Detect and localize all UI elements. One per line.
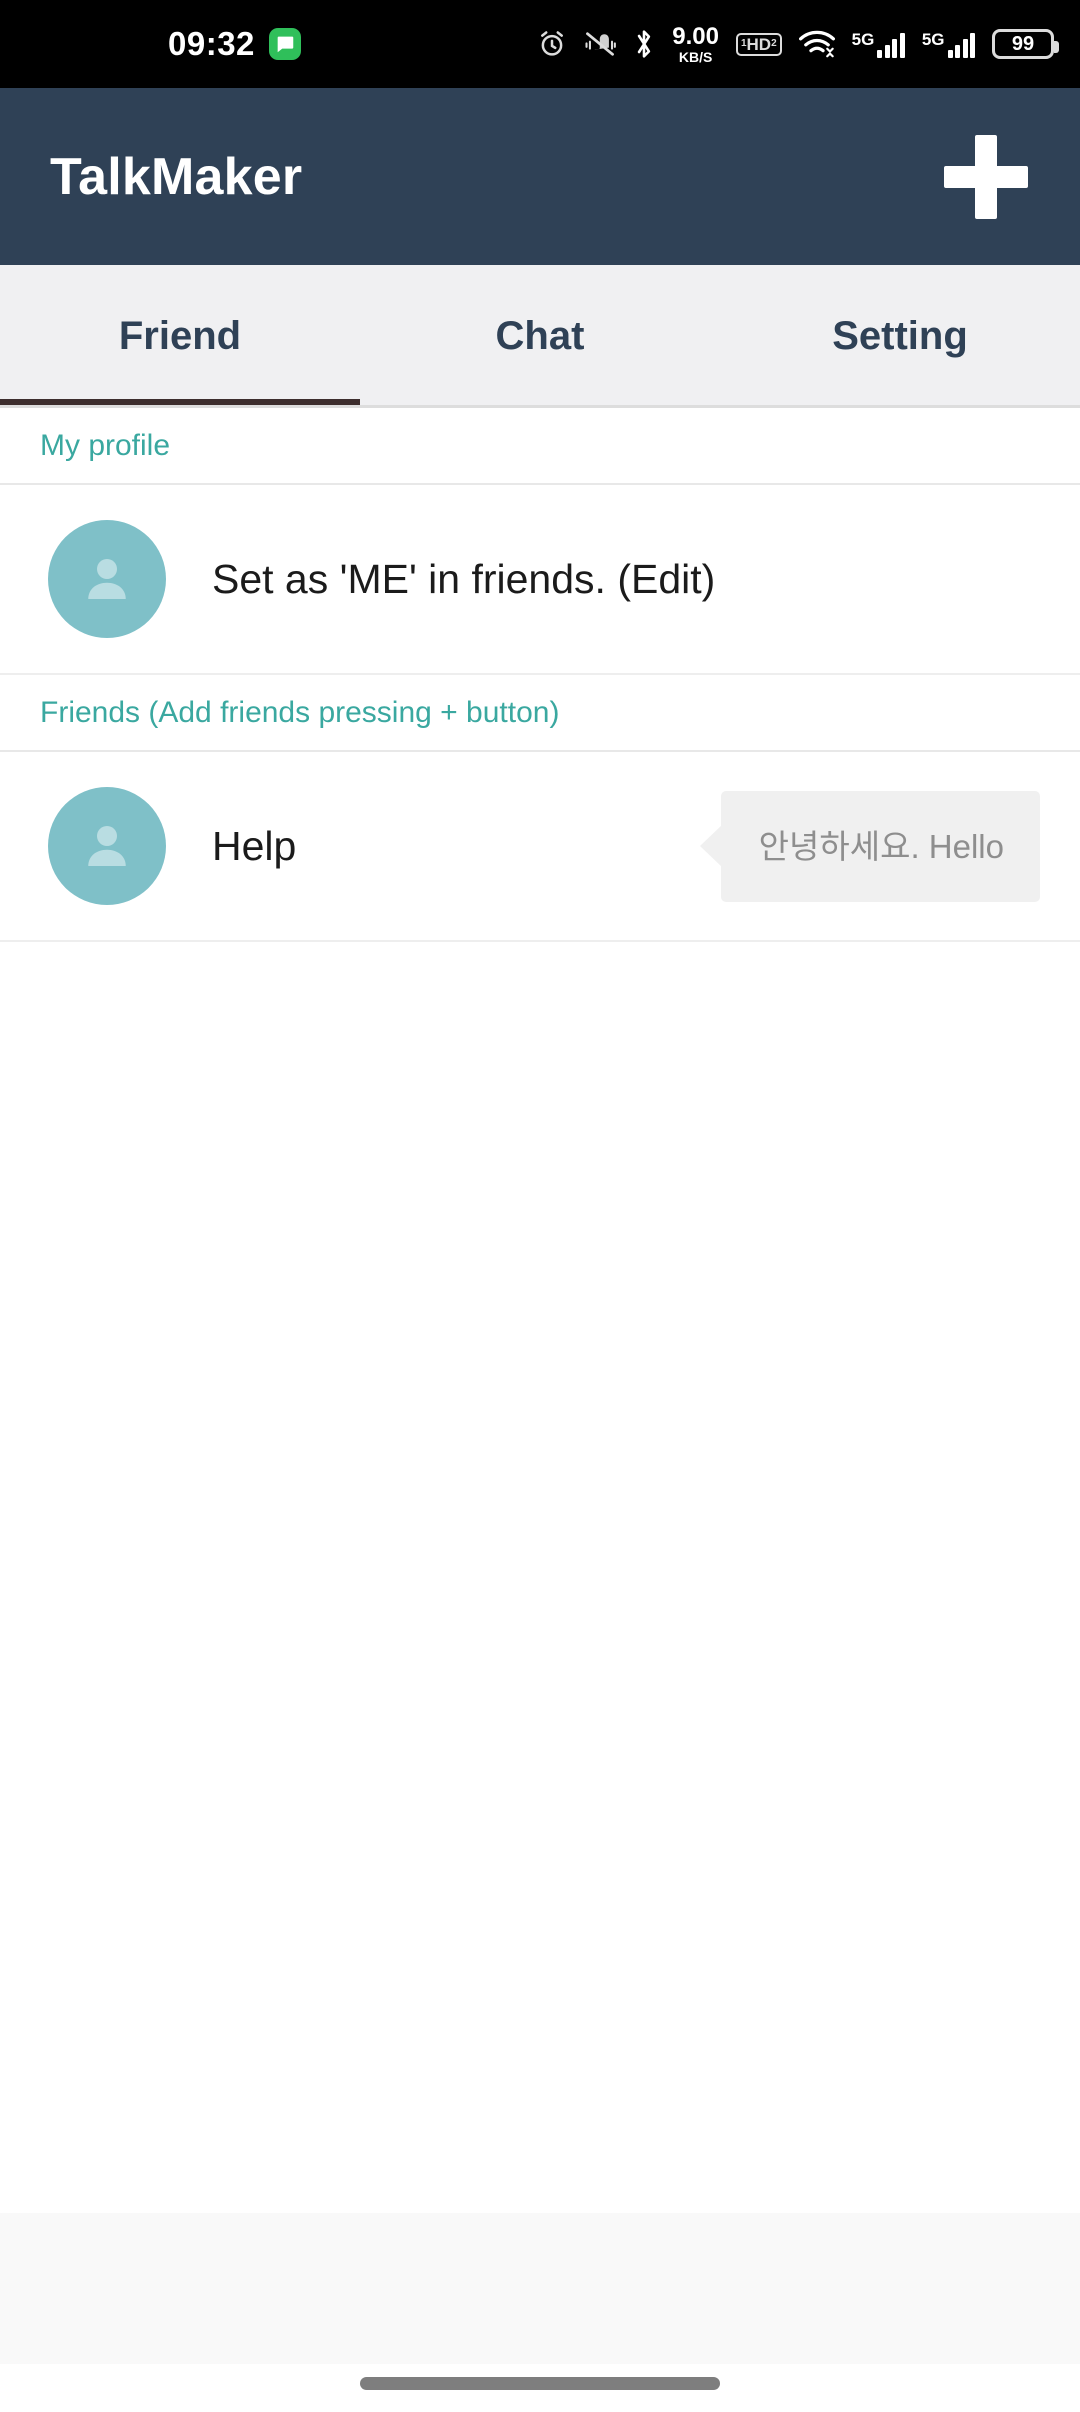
list-item-label: Set as 'ME' in friends. (Edit) — [212, 555, 716, 602]
message-icon — [268, 28, 301, 60]
tab-setting-label: Setting — [832, 314, 968, 358]
status-bar: 09:32 9.00 KB/S 1 HD 2 5G 5G 99 — [0, 0, 1080, 88]
network-speed-indicator: 9.00 KB/S — [672, 22, 719, 65]
list-item-my-profile[interactable]: Set as 'ME' in friends. (Edit) — [0, 485, 1080, 675]
sim2-network-label: 5G — [921, 29, 945, 49]
sim1-signal-bars — [877, 32, 905, 58]
home-indicator[interactable] — [360, 2377, 720, 2390]
friend-list: My profile Set as 'ME' in friends. (Edit… — [0, 408, 1080, 2412]
wifi-icon — [798, 29, 835, 59]
sim2-signal-bars — [947, 32, 975, 58]
add-icon[interactable] — [944, 134, 1028, 219]
status-message-bubble: 안녕하세요. Hello — [720, 790, 1040, 902]
page-title: TalkMaker — [50, 147, 303, 206]
status-bar-clock: 09:32 — [168, 25, 255, 62]
avatar — [48, 787, 166, 905]
signal-5g-1: 5G — [852, 31, 905, 58]
list-item-label: Help — [212, 822, 297, 869]
tab-chat[interactable]: Chat — [360, 265, 720, 408]
network-speed-value: 9.00 — [672, 22, 719, 50]
app-bar: TalkMaker — [0, 88, 1080, 265]
section-header-my-profile: My profile — [0, 408, 1080, 485]
hd-sub-label: 2 — [771, 38, 777, 49]
sim1-network-label: 5G — [851, 29, 875, 49]
avatar — [48, 520, 166, 638]
mute-icon — [584, 29, 617, 59]
battery-icon: 99 — [992, 29, 1059, 59]
network-speed-unit: KB/S — [678, 48, 713, 65]
tab-setting[interactable]: Setting — [720, 265, 1080, 408]
section-header-friends: Friends (Add friends pressing + button) — [0, 675, 1080, 752]
hd-label: HD — [746, 34, 772, 54]
alarm-icon — [537, 29, 567, 59]
status-bar-right: 9.00 KB/S 1 HD 2 5G 5G 99 — [537, 22, 1059, 65]
battery-level-label: 99 — [1011, 33, 1035, 55]
signal-5g-2: 5G — [922, 31, 975, 58]
list-item-help[interactable]: Help 안녕하세요. Hello — [0, 752, 1080, 942]
tab-friend-label: Friend — [118, 314, 242, 358]
app-screen: 09:32 9.00 KB/S 1 HD 2 5G 5G 99 TalkMake… — [0, 0, 1080, 2412]
bottom-band — [0, 2213, 1080, 2364]
hd-voice-icon: 1 HD 2 — [735, 32, 782, 56]
tab-friend[interactable]: Friend — [0, 265, 360, 408]
bluetooth-icon — [633, 28, 655, 60]
tab-bar: Friend Chat Setting — [0, 265, 1080, 408]
status-bar-left: 09:32 — [168, 25, 301, 63]
status-message-wrap: 안녕하세요. Hello — [720, 790, 1040, 902]
tab-chat-label: Chat — [495, 314, 585, 358]
